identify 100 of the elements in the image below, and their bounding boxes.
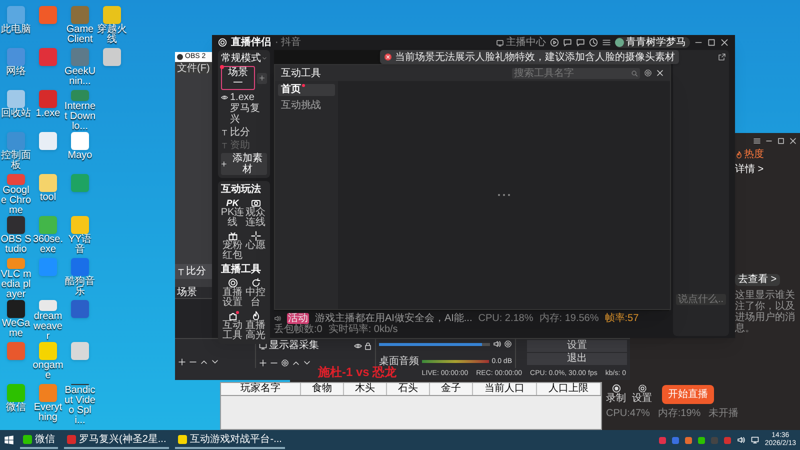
column-header: 金子 [430,383,473,395]
tool-item[interactable]: 直播高光 [244,311,267,341]
follow-hint: 这里显示谁关注了你，以及进场用户的消息。 [735,290,796,336]
menu-item[interactable]: 文件(F) [177,62,210,74]
stat-text: 丢包帧数:0 [274,324,322,334]
flame-icon [735,150,743,158]
mode-selector[interactable]: 常规模式 [221,53,261,64]
icon-label: Google Chrome [0,186,32,216]
menu-item[interactable]: 首页 [278,84,335,96]
add-scene-button[interactable] [256,72,267,84]
source-item[interactable]: 显示器采集 [269,340,319,351]
dock-title: 场景 [175,287,212,298]
move-down-icon[interactable] [211,358,219,366]
toast-text: 当前场景无法展示人脸礼物特效，建议添加含人脸的摄像头素材 [395,52,675,62]
lock-icon[interactable] [364,342,372,350]
move-up-icon[interactable] [200,358,208,366]
icon-label: Mayo [66,151,94,161]
column-header: 木头 [344,383,387,395]
scene-tab[interactable]: 场景一 [221,66,255,90]
visibility-icon[interactable] [354,342,362,350]
external-link-icon[interactable] [718,53,726,61]
app-logo [177,54,183,60]
control-button[interactable]: 退出 [527,353,627,365]
close-icon[interactable] [720,38,729,47]
source-item[interactable]: 比分 [230,127,250,138]
tool-item[interactable]: 互动工具 [221,311,244,341]
sparkle-icon [250,231,260,241]
loading-indicator [498,194,510,196]
action-label[interactable]: 设置 [632,393,652,404]
refresh-icon [250,278,260,288]
plus-icon [221,161,227,167]
taskbar-item[interactable]: 罗马复兴(神圣2星... [64,431,170,449]
stat-text: CPU: 2.18% [478,312,534,324]
add-icon[interactable] [178,358,186,366]
tool-item[interactable]: 心愿 [244,231,267,261]
icon-label: 穿越火线 [96,25,128,45]
icon-label: WeGame [0,319,32,339]
caret-icon [262,56,267,61]
text-source-icon [221,142,228,149]
close-icon[interactable] [789,137,797,145]
details-link[interactable]: 详情 > [735,164,764,175]
play-icon[interactable] [550,38,559,47]
chat-icon[interactable] [563,38,572,47]
tool-item[interactable]: PK PK连线 [221,198,244,228]
chat-input[interactable]: 说点什么... [676,294,726,305]
icon-label: Everything [32,403,64,423]
tool-item[interactable]: 观众连线 [244,198,267,228]
ring-icon [228,278,238,288]
tool-item[interactable]: 直播设置 [221,278,244,308]
tool-item[interactable]: 中控台 [244,278,267,308]
maximize-icon[interactable] [707,38,716,47]
icon-label: tool [38,193,58,203]
icon-label: 微信 [5,403,27,413]
screen-icon [496,38,504,46]
settings-icon[interactable] [644,69,652,77]
user-chip[interactable]: 青青树学梦马 [615,37,690,48]
view-link[interactable]: 去查看 > [735,274,780,286]
stat-text: 帧率:57 [604,312,639,324]
gift-icon [228,231,238,241]
heat-label: 热度 [744,149,764,160]
icon-label: 网络 [5,67,27,77]
menu-icon[interactable] [753,137,761,145]
network-icon[interactable] [750,436,759,444]
user-name: 青青树学梦马 [626,37,686,48]
close-icon[interactable] [656,69,664,77]
taskbar-item[interactable]: 互动游戏对战平台-... [175,431,285,449]
menu-item[interactable]: 互动挑战 [278,100,335,112]
action-label[interactable]: 录制 [606,393,626,404]
move-up-icon[interactable] [292,359,300,367]
column-header: 人口上限 [537,383,601,395]
volume-slider[interactable] [379,342,490,346]
taskbar-item[interactable]: 微信 [20,431,58,449]
add-icon[interactable] [259,359,267,367]
message-icon[interactable] [576,38,585,47]
flame-icon [250,311,260,321]
icon-label: GeekUnin... [64,67,96,87]
menu-icon[interactable] [602,38,611,47]
error-icon [384,53,392,61]
tool-item[interactable]: 宠粉红包 [221,231,244,261]
icon-label: YY语音 [67,235,93,255]
move-down-icon[interactable] [303,359,311,367]
settings-icon [638,384,646,393]
clock-icon[interactable] [589,38,598,47]
dialog-title: 互动工具 [281,68,321,78]
icon-label: 酷狗音乐 [64,277,96,297]
maximize-icon[interactable] [777,137,785,145]
notice-text[interactable]: 游戏主播都在用AI做安全会，AI能... [315,312,472,324]
source-item[interactable]: 1.exe 罗马复兴 [230,92,267,125]
speaker-icon [274,314,281,322]
start-icon[interactable] [4,435,14,445]
icon-label: 1.exe [34,109,62,119]
column-header: 石头 [387,383,430,395]
control-button[interactable]: 设置 [527,340,627,352]
icon-label: 此电脑 [0,25,32,35]
volume-icon[interactable] [736,436,745,444]
anchor-center-link[interactable]: 主播中心 [506,37,546,48]
add-source-button[interactable]: 添加素材 [221,153,267,175]
speaker-icon[interactable] [493,340,501,348]
column-header: 当前人口 [473,383,537,395]
text-source-icon [177,268,185,276]
